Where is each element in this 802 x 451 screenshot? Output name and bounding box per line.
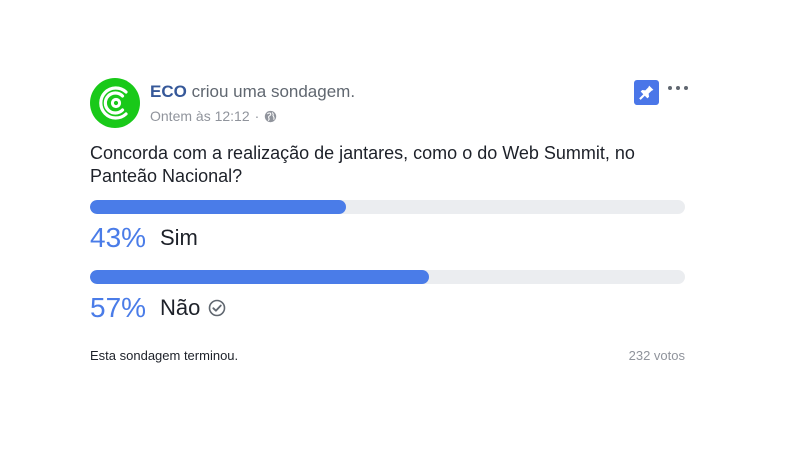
poll-bar-fill (90, 200, 346, 214)
pin-button[interactable] (634, 80, 659, 105)
poll-bar-track (90, 200, 685, 214)
pin-icon (639, 85, 654, 100)
eco-logo-icon (99, 86, 128, 120)
poll-option-percent: 57% (90, 292, 147, 323)
poll-option-label: Sim (160, 225, 198, 250)
poll-status: Esta sondagem terminou. (90, 348, 239, 363)
avatar[interactable] (90, 78, 140, 128)
meta-separator: · (254, 108, 260, 124)
post-action-text: criou uma sondagem. (191, 82, 356, 101)
more-options-button[interactable] (668, 81, 688, 95)
poll-bar-fill (90, 270, 430, 284)
poll-bar-track (90, 270, 685, 284)
author-name-link[interactable]: ECO (150, 82, 187, 101)
post-meta: Ontem às 12:12 · (150, 108, 277, 124)
more-dot (684, 86, 688, 90)
poll-question: Concorda com a realização de jantares, c… (90, 143, 635, 186)
more-dot (676, 86, 680, 90)
poll-option-sim[interactable]: 43% Sim (90, 200, 685, 254)
poll-option-percent: 43% (90, 222, 147, 253)
poll-option-label: Não (160, 295, 201, 320)
post-header: ECO criou uma sondagem. (150, 82, 355, 102)
globe-icon[interactable] (264, 110, 277, 123)
more-dot (668, 86, 672, 90)
poll-vote-count[interactable]: 232 votos (629, 348, 685, 363)
check-circle-icon (209, 299, 226, 317)
poll-footer: Esta sondagem terminou. 232 votos (90, 348, 685, 363)
poll-option-nao[interactable]: 57% Não (90, 270, 685, 324)
post-timestamp[interactable]: Ontem às 12:12 (150, 108, 250, 124)
